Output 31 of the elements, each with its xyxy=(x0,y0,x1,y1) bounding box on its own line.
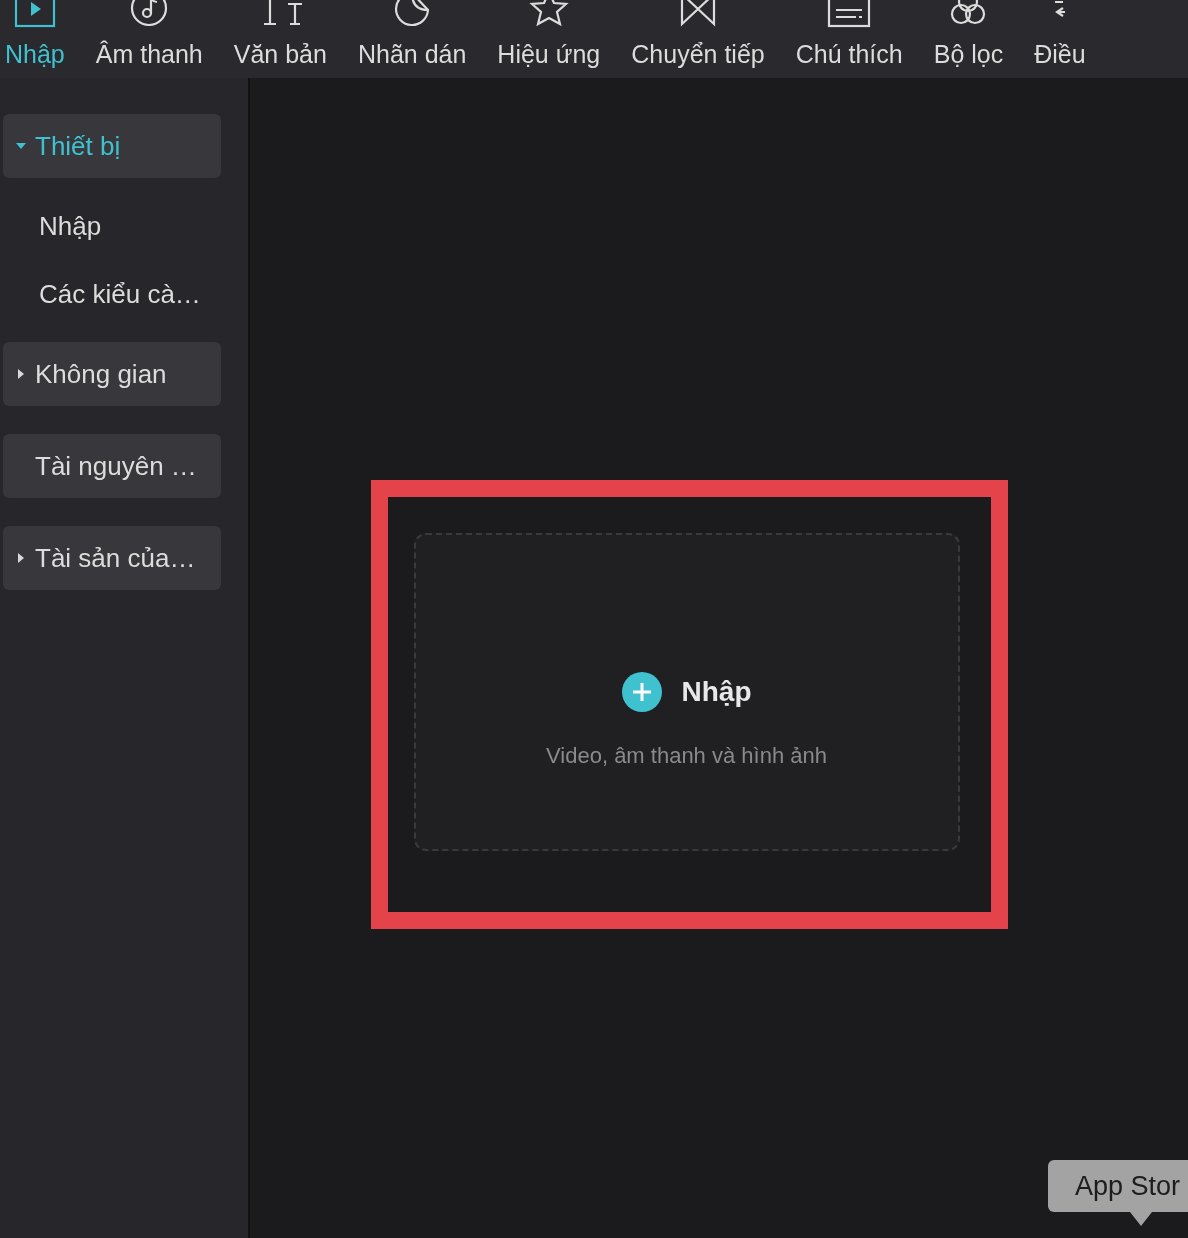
toolbar-tab[interactable]: Văn bản xyxy=(233,0,327,67)
group-label: Thiết bị xyxy=(35,129,121,163)
import-dropzone[interactable]: Nhập Video, âm thanh và hình ảnh xyxy=(413,533,960,851)
sidebar-item[interactable]: Nhập xyxy=(3,206,245,246)
import-title: Nhập xyxy=(681,675,752,709)
toolbar-tab[interactable]: Điều xyxy=(1034,0,1086,67)
import-subtitle: Video, âm thanh và hình ảnh xyxy=(546,742,827,770)
toolbar-tab[interactable]: Âm thanh xyxy=(95,0,203,67)
plus-icon xyxy=(621,672,662,712)
toolbar-tab[interactable]: Chuyển tiếp xyxy=(631,0,765,67)
sidebar-group[interactable]: Tài nguyên … xyxy=(3,434,221,498)
sidebar-group[interactable]: Tài sản của… xyxy=(3,526,221,590)
tooltip-pointer xyxy=(1130,1212,1152,1226)
toolbar-tab[interactable]: Nhập xyxy=(5,0,65,67)
group-label: Tài nguyên … xyxy=(35,449,197,483)
play-icon xyxy=(12,0,57,30)
toolbar-tab[interactable]: Bộ lọc xyxy=(933,0,1004,67)
caption-icon xyxy=(826,0,873,30)
toolbar-tab[interactable]: Hiệu ứng xyxy=(497,0,601,67)
group-label: Không gian xyxy=(35,357,167,391)
adjust-icon xyxy=(1053,0,1066,18)
sidebar-group[interactable]: Không gian xyxy=(3,342,221,406)
sidebar-group[interactable]: Thiết bị xyxy=(3,114,221,178)
toolbar-tab[interactable]: Chú thích xyxy=(795,0,903,67)
caret-icon xyxy=(16,553,26,563)
tooltip: App Stor xyxy=(1048,1160,1188,1212)
caret-icon xyxy=(16,369,26,379)
group-label: Tài sản của… xyxy=(35,541,196,575)
caret-icon xyxy=(16,141,26,151)
toolbar-tab[interactable]: Nhãn dán xyxy=(357,0,467,67)
sidebar-item[interactable]: Các kiểu cà… xyxy=(3,274,245,314)
